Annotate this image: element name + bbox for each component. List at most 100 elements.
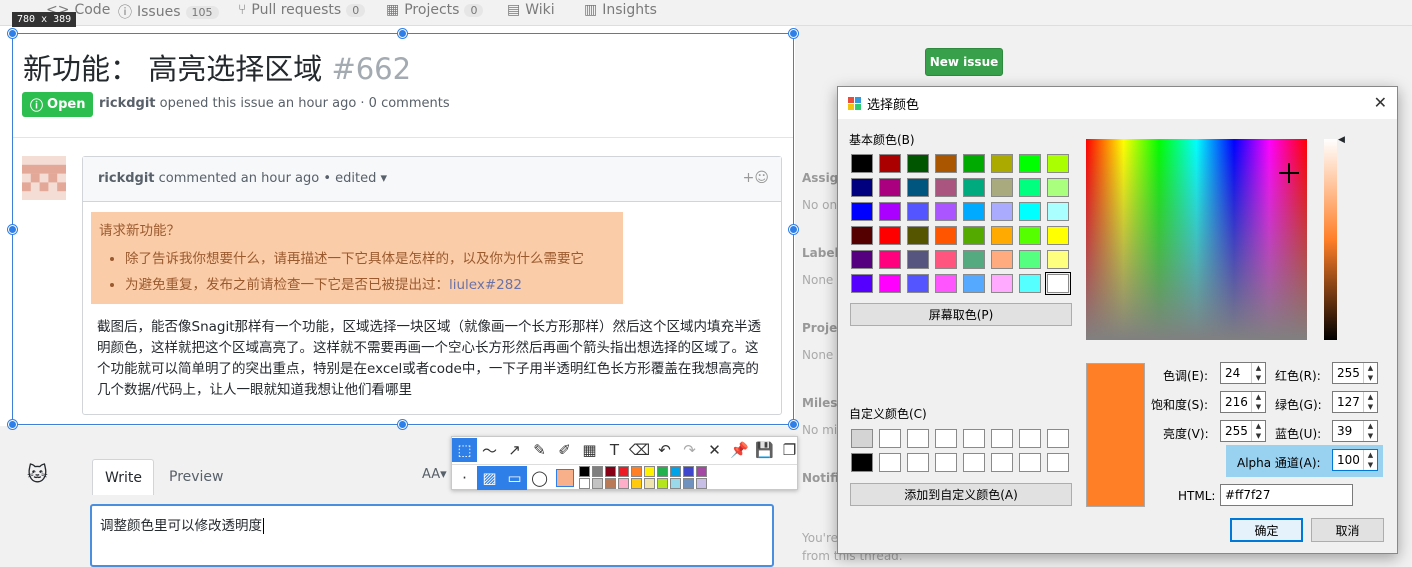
copy-icon[interactable]: ❐ <box>777 438 802 462</box>
color-swatch[interactable] <box>935 429 957 448</box>
add-custom-color-button[interactable]: 添加到自定义颜色(A) <box>850 483 1072 506</box>
text-tool-icon[interactable]: T <box>602 438 627 462</box>
close-icon[interactable]: ✕ <box>1374 93 1387 112</box>
color-swatch[interactable] <box>851 274 873 293</box>
close-icon[interactable]: ✕ <box>702 438 727 462</box>
color-swatch[interactable] <box>1019 250 1041 269</box>
issue-author-link[interactable]: rickdgit <box>99 96 156 111</box>
red-spinbox[interactable]: 255 ▲ ▼ <box>1332 362 1378 384</box>
resize-handle-nw[interactable] <box>8 29 17 38</box>
spin-arrows-icon[interactable]: ▲ ▼ <box>1251 421 1265 441</box>
color-swatch[interactable] <box>907 178 929 197</box>
color-swatch[interactable] <box>851 178 873 197</box>
color-swatch[interactable] <box>991 453 1013 472</box>
spin-arrows-icon[interactable]: ▲ ▼ <box>1363 421 1377 441</box>
hue-saturation-field[interactable] <box>1086 139 1307 340</box>
ellipse-tool-icon[interactable]: ◯ <box>527 466 552 490</box>
color-swatch[interactable] <box>935 274 957 293</box>
save-icon[interactable]: 💾 <box>752 438 777 462</box>
color-swatch[interactable] <box>851 202 873 221</box>
color-swatch[interactable] <box>963 154 985 173</box>
comment-textarea[interactable]: 调整颜色里可以修改透明度 <box>90 504 774 567</box>
color-swatch[interactable] <box>1019 453 1041 472</box>
color-swatch[interactable] <box>963 429 985 448</box>
palette-swatch[interactable] <box>605 466 616 477</box>
color-swatch[interactable] <box>1019 202 1041 221</box>
color-swatch[interactable] <box>907 274 929 293</box>
resize-handle-n[interactable] <box>398 29 407 38</box>
palette-swatch[interactable] <box>657 478 668 489</box>
color-swatch[interactable] <box>1045 272 1071 295</box>
color-swatch[interactable] <box>879 202 901 221</box>
undo-icon[interactable]: ↶ <box>652 438 677 462</box>
mosaic-tool-icon[interactable]: ▦ <box>577 438 602 462</box>
color-swatch[interactable] <box>851 226 873 245</box>
palette-swatch[interactable] <box>579 478 590 489</box>
select-tool-icon[interactable]: ⬚ <box>452 438 477 462</box>
color-swatch[interactable] <box>935 226 957 245</box>
tab-issues[interactable]: ⓘ Issues 105 <box>118 2 219 22</box>
palette-swatch[interactable] <box>631 478 642 489</box>
color-swatch[interactable] <box>1019 226 1041 245</box>
color-swatch[interactable] <box>879 178 901 197</box>
text-size-icon[interactable]: AA▾ <box>422 467 447 482</box>
pick-screen-button[interactable]: 屏幕取色(P) <box>850 303 1072 326</box>
color-swatch[interactable] <box>991 429 1013 448</box>
color-swatch[interactable] <box>907 202 929 221</box>
color-swatch[interactable] <box>851 250 873 269</box>
fill-pattern-icon[interactable]: ▨ <box>477 465 502 490</box>
luminance-pointer-icon[interactable]: ◀ <box>1338 135 1345 145</box>
color-swatch[interactable] <box>991 202 1013 221</box>
color-swatch[interactable] <box>935 202 957 221</box>
tab-write[interactable]: Write <box>92 459 154 495</box>
comment-author-link[interactable]: rickdgit <box>98 171 155 186</box>
issue-ref-link[interactable]: liulex#282 <box>449 277 522 293</box>
arrow-tool-icon[interactable]: ↗ <box>502 438 527 462</box>
color-swatch[interactable] <box>879 154 901 173</box>
color-swatch[interactable] <box>1047 226 1069 245</box>
color-swatch[interactable] <box>851 429 873 448</box>
color-swatch[interactable] <box>879 250 901 269</box>
pin-icon[interactable]: 📌 <box>727 438 752 462</box>
palette-swatch[interactable] <box>605 478 616 489</box>
author-avatar[interactable] <box>22 156 66 200</box>
spin-arrows-icon[interactable]: ▲ ▼ <box>1251 363 1265 383</box>
color-swatch[interactable] <box>879 274 901 293</box>
color-swatch[interactable] <box>907 250 929 269</box>
color-swatch[interactable] <box>851 453 873 472</box>
comment-meta[interactable]: commented an hour ago • edited ▾ <box>159 171 387 186</box>
resize-handle-s[interactable] <box>398 420 407 429</box>
cancel-button[interactable]: 取消 <box>1311 518 1384 542</box>
new-issue-button[interactable]: New issue <box>925 48 1003 76</box>
color-swatch[interactable] <box>963 250 985 269</box>
palette-swatch[interactable] <box>696 478 707 489</box>
color-swatch[interactable] <box>935 178 957 197</box>
color-swatch[interactable] <box>963 274 985 293</box>
alpha-spinbox[interactable]: 100 ▲ ▼ <box>1332 449 1378 471</box>
color-swatch[interactable] <box>851 154 873 173</box>
color-swatch[interactable] <box>991 178 1013 197</box>
palette-swatch[interactable] <box>618 478 629 489</box>
color-swatch[interactable] <box>991 274 1013 293</box>
color-swatch[interactable] <box>1019 178 1041 197</box>
palette-swatch[interactable] <box>683 478 694 489</box>
color-swatch[interactable] <box>991 226 1013 245</box>
current-color-swatch[interactable] <box>552 466 577 490</box>
resize-handle-ne[interactable] <box>789 29 798 38</box>
color-swatch[interactable] <box>935 250 957 269</box>
html-color-input[interactable]: #ff7f27 <box>1220 484 1353 506</box>
palette-swatch[interactable] <box>579 466 590 477</box>
color-swatch[interactable] <box>907 154 929 173</box>
tab-pull-requests[interactable]: ⑂ Pull requests 0 <box>238 2 366 18</box>
color-swatch[interactable] <box>1019 429 1041 448</box>
palette-swatch[interactable] <box>592 466 603 477</box>
stroke-small-icon[interactable]: · <box>452 466 477 490</box>
resize-handle-sw[interactable] <box>8 420 17 429</box>
color-swatch[interactable] <box>879 453 901 472</box>
color-swatch[interactable] <box>1047 178 1069 197</box>
palette-swatch[interactable] <box>670 466 681 477</box>
color-swatch[interactable] <box>935 154 957 173</box>
resize-handle-e[interactable] <box>789 225 798 234</box>
color-swatch[interactable] <box>907 226 929 245</box>
highlighter-tool-icon[interactable]: ✐ <box>552 438 577 462</box>
